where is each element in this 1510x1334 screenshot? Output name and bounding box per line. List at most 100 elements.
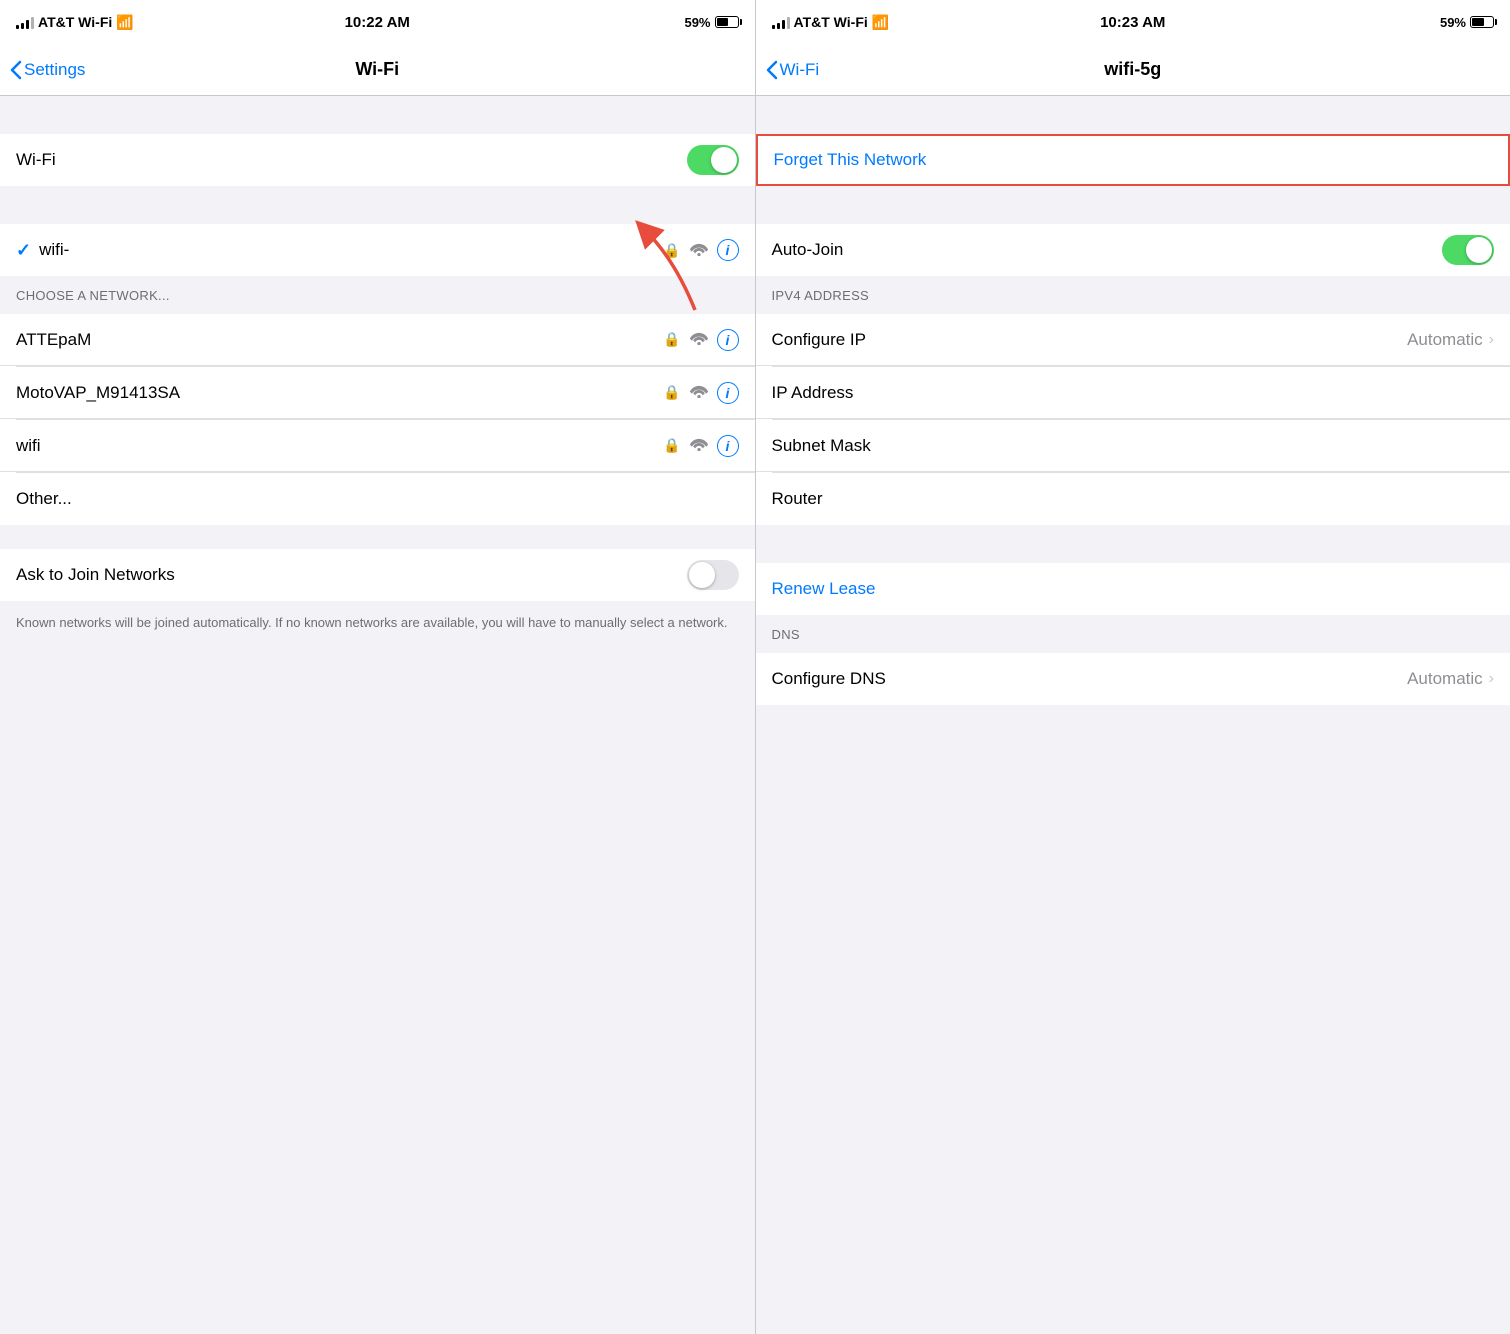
configure-ip-value: Automatic (1407, 330, 1483, 350)
status-bar-right: AT&T Wi-Fi 📶 10:23 AM 59% (756, 0, 1510, 44)
ipv4-section-header: IPV4 ADDRESS (756, 276, 1510, 314)
time-left: 10:22 AM (345, 14, 410, 31)
toggle-knob (711, 147, 737, 173)
status-right-right: 59% (1440, 15, 1494, 30)
auto-join-toggle[interactable] (1442, 235, 1494, 265)
footer-description: Known networks will be joined automatica… (0, 601, 755, 645)
status-bar-left: AT&T Wi-Fi 📶 10:22 AM 59% (0, 0, 755, 44)
subnet-mask-label: Subnet Mask (772, 436, 1495, 456)
network-list: ATTEpaM 🔒 i MotoVAP_M91413SA 🔒 (0, 314, 755, 525)
ipv4-header-text: IPV4 ADDRESS (772, 288, 870, 303)
auto-join-toggle-knob (1466, 237, 1492, 263)
connected-network-icons: 🔒 i (663, 239, 738, 261)
info-button-attepa[interactable]: i (717, 329, 739, 351)
ask-join-section-spacer (0, 525, 755, 549)
wifi-icon-attepa (689, 329, 709, 350)
page-title-network: wifi-5g (1104, 59, 1161, 80)
wifi-toggle-row: Wi-Fi (0, 134, 755, 186)
chevron-icon-configure-dns: › (1489, 670, 1494, 688)
wifi-icon-motovap (689, 382, 709, 403)
left-panel: AT&T Wi-Fi 📶 10:22 AM 59% Settings Wi-Fi… (0, 0, 755, 1334)
ask-join-group: Ask to Join Networks (0, 549, 755, 601)
ip-address-row: IP Address (756, 367, 1510, 419)
router-row: Router (756, 473, 1510, 525)
configure-dns-value: Automatic (1407, 669, 1483, 689)
back-label-settings: Settings (24, 60, 85, 80)
lock-icon-motovap: 🔒 (663, 384, 680, 401)
lock-icon-wifi: 🔒 (663, 437, 680, 454)
connected-network-group: ✓ wifi- 🔒 i (0, 224, 755, 276)
wifi-bars-icon (689, 240, 709, 256)
network-row-motovap[interactable]: MotoVAP_M91413SA 🔒 i (0, 367, 755, 419)
network-name-attepa: ATTEpaM (16, 330, 663, 350)
carrier-right: AT&T Wi-Fi (794, 14, 868, 30)
nav-bar-left: Settings Wi-Fi (0, 44, 755, 96)
network-name-other: Other... (16, 489, 739, 509)
network-row-attepa[interactable]: ATTEpaM 🔒 i (0, 314, 755, 366)
wifi-toggle-group: Wi-Fi (0, 134, 755, 186)
renew-lease-label[interactable]: Renew Lease (772, 579, 1495, 599)
configure-ip-row[interactable]: Configure IP Automatic › (756, 314, 1510, 366)
ask-join-label: Ask to Join Networks (16, 565, 687, 585)
network-icons-motovap: 🔒 i (663, 382, 738, 404)
network-name-wifi: wifi (16, 436, 663, 456)
status-left-right: AT&T Wi-Fi 📶 (772, 14, 890, 31)
info-button-motovap[interactable]: i (717, 382, 739, 404)
battery-icon (715, 16, 739, 28)
configure-ip-label: Configure IP (772, 330, 1408, 350)
forget-section-spacer (756, 96, 1510, 134)
wifi-status-icon: 📶 (116, 14, 133, 31)
forget-network-row[interactable]: Forget This Network (756, 134, 1510, 186)
auto-join-row: Auto-Join (756, 224, 1510, 276)
chevron-left-icon (10, 60, 22, 80)
subnet-mask-row: Subnet Mask (756, 420, 1510, 472)
info-button-wifi[interactable]: i (717, 435, 739, 457)
wifi-icon-wifi (689, 435, 709, 456)
back-button-wifi[interactable]: Wi-Fi (766, 60, 820, 80)
bottom-section-spacer (756, 705, 1510, 743)
auto-join-label: Auto-Join (772, 240, 1443, 260)
chevron-icon-configure-ip: › (1489, 331, 1494, 349)
signal-icon (16, 16, 34, 29)
network-icons-attepa: 🔒 i (663, 329, 738, 351)
choose-network-header: CHOOSE A NETWORK... (16, 288, 170, 303)
wifi-label: Wi-Fi (16, 150, 687, 170)
battery-percent-left: 59% (684, 15, 710, 30)
ask-join-toggle[interactable] (687, 560, 739, 590)
time-right: 10:23 AM (1100, 14, 1165, 31)
connected-network-row[interactable]: ✓ wifi- 🔒 i (0, 224, 755, 276)
connected-network-name: wifi- (39, 240, 663, 260)
back-label-wifi: Wi-Fi (780, 60, 820, 80)
signal-icon-right (772, 16, 790, 29)
configure-dns-row[interactable]: Configure DNS Automatic › (756, 653, 1510, 705)
battery-icon-right (1470, 16, 1494, 28)
info-button-connected[interactable]: i (717, 239, 739, 261)
wifi-status-icon-right: 📶 (872, 14, 889, 31)
auto-join-group: Auto-Join (756, 224, 1510, 276)
choose-network-section: CHOOSE A NETWORK... (0, 276, 755, 314)
forget-network-label[interactable]: Forget This Network (774, 150, 927, 170)
wifi-toggle[interactable] (687, 145, 739, 175)
network-row-other[interactable]: Other... (0, 473, 755, 525)
auto-join-section-spacer (756, 186, 1510, 224)
back-button-settings[interactable]: Settings (10, 60, 85, 80)
configure-dns-label: Configure DNS (772, 669, 1408, 689)
ask-join-row: Ask to Join Networks (0, 549, 755, 601)
dns-section-header: DNS (756, 615, 1510, 653)
carrier-left: AT&T Wi-Fi (38, 14, 112, 30)
status-left: AT&T Wi-Fi 📶 (16, 14, 134, 31)
network-name-motovap: MotoVAP_M91413SA (16, 383, 663, 403)
renew-lease-row[interactable]: Renew Lease (756, 563, 1510, 615)
ip-rows-group: Configure IP Automatic › IP Address Subn… (756, 314, 1510, 525)
nav-bar-right: Wi-Fi wifi-5g (756, 44, 1510, 96)
ip-address-label: IP Address (772, 383, 1495, 403)
status-right-left: 59% (684, 15, 738, 30)
page-title-wifi: Wi-Fi (355, 59, 399, 80)
lock-icon-attepa: 🔒 (663, 331, 680, 348)
network-icons-wifi: 🔒 i (663, 435, 738, 457)
connected-section-spacer (0, 186, 755, 224)
network-row-wifi[interactable]: wifi 🔒 i (0, 420, 755, 472)
router-label: Router (772, 489, 1495, 509)
battery-percent-right: 59% (1440, 15, 1466, 30)
forget-network-group: Forget This Network (756, 134, 1510, 186)
